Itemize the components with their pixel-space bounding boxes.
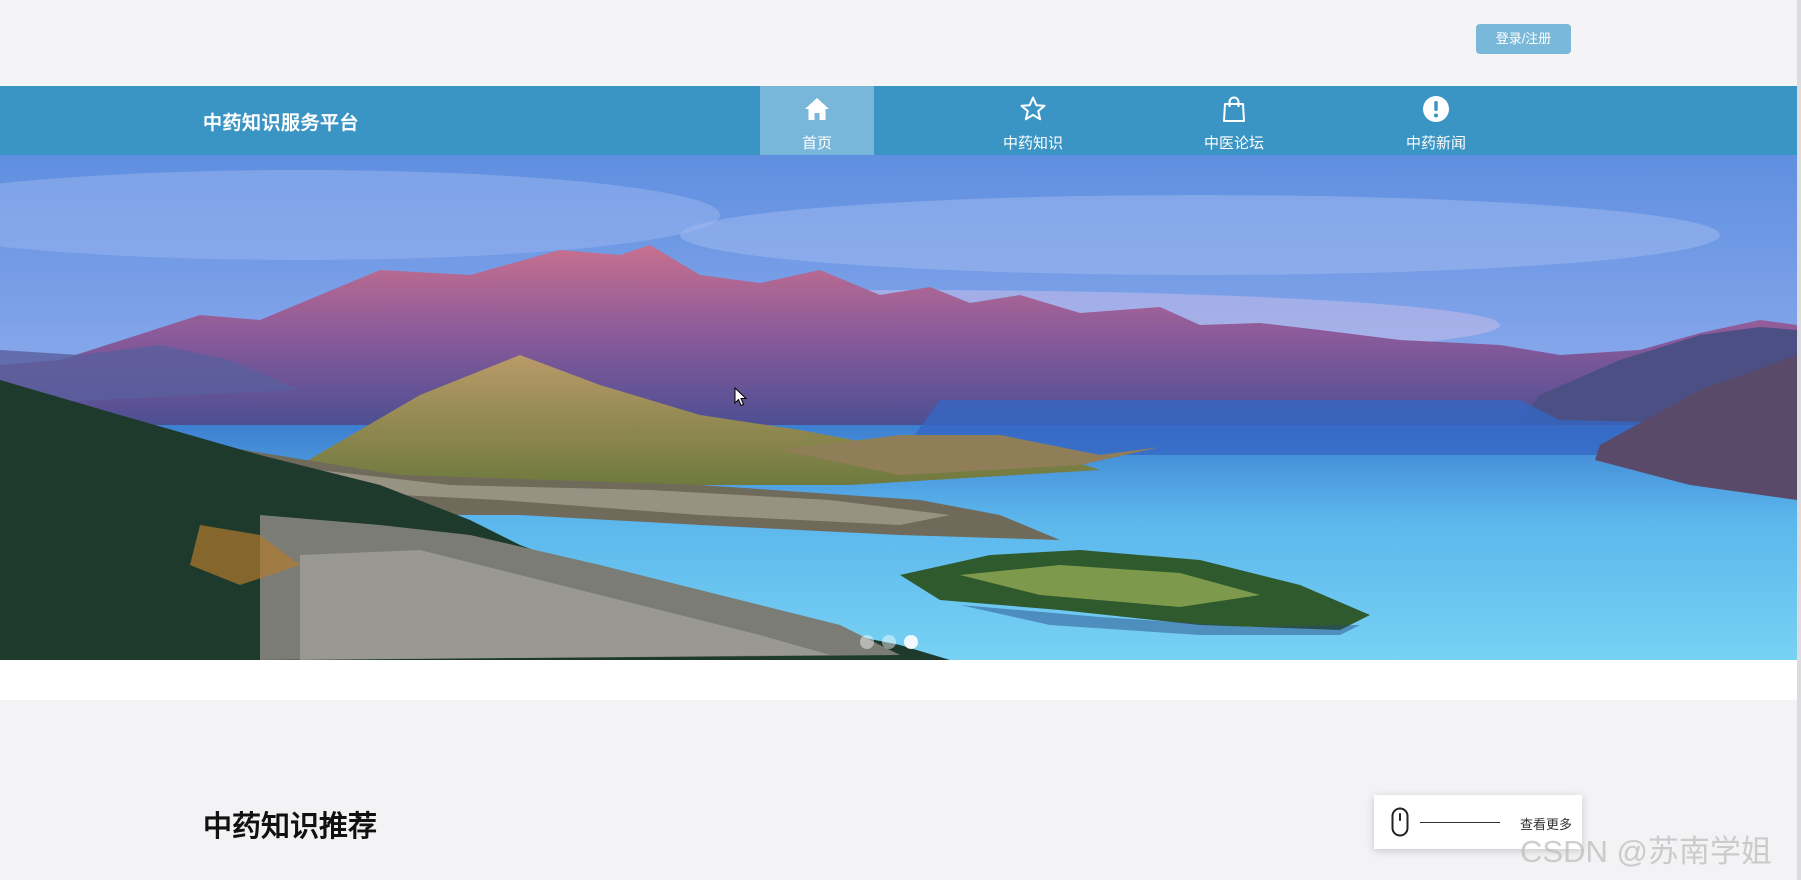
- nav-item-news[interactable]: 中药新闻: [1379, 86, 1493, 155]
- section-title-herb-recommend: 中药知识推荐: [203, 811, 378, 843]
- top-bar: 登录/注册: [0, 0, 1801, 86]
- carousel-dot-2[interactable]: [882, 635, 896, 649]
- mouse-icon: [1391, 807, 1409, 837]
- login-register-button[interactable]: 登录/注册: [1476, 24, 1571, 54]
- nav-item-home[interactable]: 首页: [760, 86, 874, 155]
- nav-item-forum[interactable]: 中医论坛: [1177, 86, 1291, 155]
- exclamation-circle-icon: [1423, 96, 1449, 122]
- nav-label-forum: 中医论坛: [1203, 135, 1264, 152]
- scrollbar-track[interactable]: [1797, 0, 1801, 880]
- watermark: CSDN @苏南学姐: [1520, 834, 1772, 869]
- star-icon: [1020, 96, 1046, 121]
- shopping-bag-icon: [1223, 96, 1245, 122]
- nav-label-news: 中药新闻: [1405, 135, 1466, 152]
- nav-label-home: 首页: [801, 135, 832, 152]
- hero-banner[interactable]: [0, 155, 1797, 660]
- landscape-image: [0, 155, 1797, 660]
- carousel-dot-1[interactable]: [860, 635, 874, 649]
- carousel-dot-3[interactable]: [904, 635, 918, 649]
- site-title: 中药知识服务平台: [203, 113, 360, 134]
- main-navigation: 中药知识服务平台 首页 中药知识 中医论坛 中药新闻: [0, 86, 1797, 155]
- view-more-divider: [1420, 822, 1500, 823]
- nav-label-herb-knowledge: 中药知识: [1002, 135, 1063, 152]
- page: 登录/注册 中药知识服务平台 首页 中药知识 中医论坛 中药新闻 中药知识推荐 …: [0, 0, 1801, 880]
- nav-item-herb-knowledge[interactable]: 中药知识: [976, 86, 1090, 155]
- home-icon: [805, 98, 829, 120]
- mouse-cursor-icon: [734, 387, 748, 407]
- banner-bottom-strip: [0, 660, 1797, 700]
